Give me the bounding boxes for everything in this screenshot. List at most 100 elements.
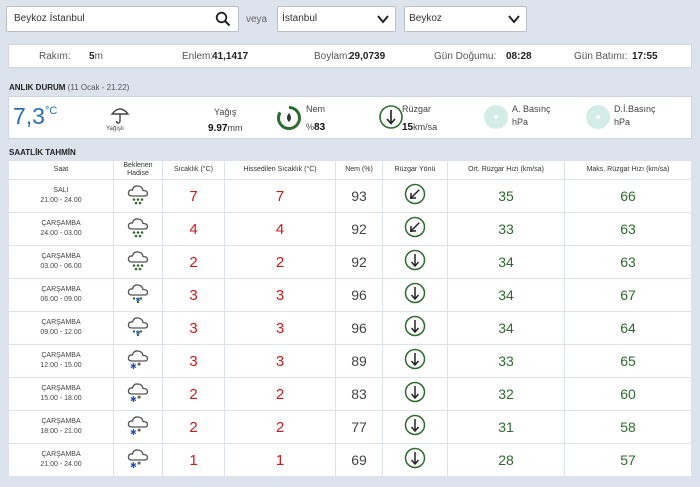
longitude-value: 29,0739 — [349, 51, 385, 62]
time-range: 15.00 - 18.00 — [40, 395, 82, 402]
table-row: ÇARŞAMBA 06.00 - 09.00 ✱ 3 3 96 34 67 — [9, 279, 691, 311]
svg-text:✱: ✱ — [137, 362, 142, 368]
current-subtitle: (11 Ocak - 21.22) — [67, 83, 130, 92]
search-value: Beykoz İstanbul — [14, 13, 85, 24]
pressure-gauge-icon — [484, 105, 508, 129]
wind-direction-cell — [383, 345, 447, 377]
sealevel-pressure-unit: hPa — [614, 117, 631, 127]
temperature-cell: 4 — [163, 213, 224, 245]
wind-arrow-icon — [404, 183, 426, 204]
day-label: ÇARŞAMBA — [41, 418, 81, 425]
search-icon[interactable] — [215, 11, 231, 27]
max-wind-cell: 67 — [565, 279, 691, 311]
humidity-cell: 92 — [336, 213, 382, 245]
condition-cell — [114, 246, 162, 278]
max-wind-cell: 57 — [565, 444, 691, 476]
max-wind-cell: 64 — [565, 312, 691, 344]
humidity-cell: 93 — [336, 180, 382, 212]
precip-unit: mm — [227, 123, 243, 133]
day-label: ÇARŞAMBA — [41, 319, 81, 326]
rain-cloud-icon — [127, 218, 149, 238]
district-value: Beykoz — [409, 13, 442, 24]
time-range: 18.00 - 21.00 — [40, 428, 82, 435]
time-range: 03.00 - 06.00 — [40, 263, 82, 270]
humidity-cell: 96 — [336, 279, 382, 311]
wind-arrow-icon — [404, 381, 426, 402]
condition-cell: ✱ ✱ — [114, 345, 162, 377]
humidity-cell: 83 — [336, 378, 382, 410]
temperature-cell: 2 — [163, 378, 224, 410]
longitude-number: 29,0739 — [349, 51, 386, 62]
wind-direction-cell — [383, 312, 447, 344]
condition-cell: ✱ — [114, 279, 162, 311]
avg-wind-cell: 32 — [448, 378, 564, 410]
condition-cell: ✱ — [114, 312, 162, 344]
time-cell: ÇARŞAMBA 03.00 - 06.00 — [9, 246, 113, 278]
precip-number: 9.97 — [208, 123, 228, 134]
table-row: ÇARŞAMBA 21.00 - 24.00 ✱ ✱ 1 1 69 28 57 — [9, 444, 691, 476]
altitude-label: Rakım: — [39, 51, 71, 62]
table-row: ÇARŞAMBA 03.00 - 06.00 2 2 92 34 63 — [9, 246, 691, 278]
wind-arrow-icon — [404, 249, 426, 270]
wind-direction-cell — [383, 213, 447, 245]
rain-cloud-icon — [127, 185, 149, 205]
district-select[interactable]: Beykoz — [404, 6, 528, 32]
wind-value: 15km/sa — [402, 117, 437, 135]
sunrise-value: 08:28 — [506, 51, 532, 62]
location-search-input[interactable]: Beykoz İstanbul — [6, 6, 239, 32]
sunrise-label: Gün Doğumu: — [434, 51, 497, 62]
avg-wind-cell: 34 — [448, 246, 564, 278]
feels-like-cell: 3 — [225, 312, 335, 344]
current-title: ANLIK DURUM (11 Ocak - 21.22) — [9, 83, 129, 92]
svg-text:✱: ✱ — [130, 362, 137, 371]
max-wind-cell: 65 — [565, 345, 691, 377]
avg-wind-cell: 33 — [448, 213, 564, 245]
current-temp-unit: °C — [44, 105, 58, 117]
altitude: 5m — [89, 51, 103, 62]
wind-arrow-icon — [404, 282, 426, 303]
hourly-forecast-table: Saat Beklenen Hadise Sıcaklık (°C) Hisse… — [8, 160, 692, 477]
feels-like-cell: 2 — [225, 246, 335, 278]
header-condition: Beklenen Hadise — [114, 161, 162, 179]
day-label: ÇARŞAMBA — [41, 286, 81, 293]
feels-like-cell: 7 — [225, 180, 335, 212]
province-select[interactable]: İstanbul — [277, 6, 397, 32]
time-range: 06.00 - 09.00 — [40, 296, 82, 303]
svg-text:✱: ✱ — [130, 461, 137, 470]
header-avg-wind: Ort. Rüzgar Hızı (km/sa) — [448, 161, 564, 179]
avg-wind-cell: 31 — [448, 411, 564, 443]
wind-direction-cell — [383, 378, 447, 410]
precip-label: Yağış — [214, 107, 237, 117]
header-wind-direction: Rüzgar Yönü — [383, 161, 447, 179]
time-range: 12.00 - 15.00 — [40, 362, 82, 369]
wind-arrow-icon — [404, 216, 426, 237]
header-feels-like: Hissedilen Sıcaklık (°C) — [225, 161, 335, 179]
table-row: ÇARŞAMBA 15.00 - 18.00 ✱ ✱ 2 2 83 32 60 — [9, 378, 691, 410]
day-label: ÇARŞAMBA — [41, 451, 81, 458]
wind-arrow-icon — [404, 315, 426, 336]
max-wind-cell: 66 — [565, 180, 691, 212]
temperature-cell: 2 — [163, 246, 224, 278]
condition-cell — [114, 213, 162, 245]
feels-like-cell: 4 — [225, 213, 335, 245]
current-temperature: 7,3°C — [13, 103, 57, 130]
search-row: Beykoz İstanbul veya İstanbul Beykoz — [6, 6, 528, 32]
longitude-label: Boylam: — [314, 51, 351, 62]
time-range: 24.00 - 03.00 — [40, 230, 82, 237]
svg-text:✱: ✱ — [137, 395, 142, 401]
condition-label: Yağışlı — [106, 126, 124, 132]
time-cell: ÇARŞAMBA 09.00 - 12.00 — [9, 312, 113, 344]
separator-text: veya — [246, 13, 268, 25]
avg-wind-cell: 28 — [448, 444, 564, 476]
wind-direction-cell — [383, 180, 447, 212]
snow-cloud-icon: ✱ ✱ — [127, 383, 149, 404]
feels-like-cell: 2 — [225, 378, 335, 410]
rain-cloud-icon — [127, 251, 149, 271]
umbrella-icon — [110, 108, 130, 124]
pressure-unit: hPa — [512, 117, 529, 127]
time-cell: ÇARŞAMBA 06.00 - 09.00 — [9, 279, 113, 311]
chevron-down-icon — [508, 15, 520, 24]
wind-arrow-icon — [404, 414, 426, 435]
temperature-cell: 3 — [163, 279, 224, 311]
day-label: ÇARŞAMBA — [41, 385, 81, 392]
